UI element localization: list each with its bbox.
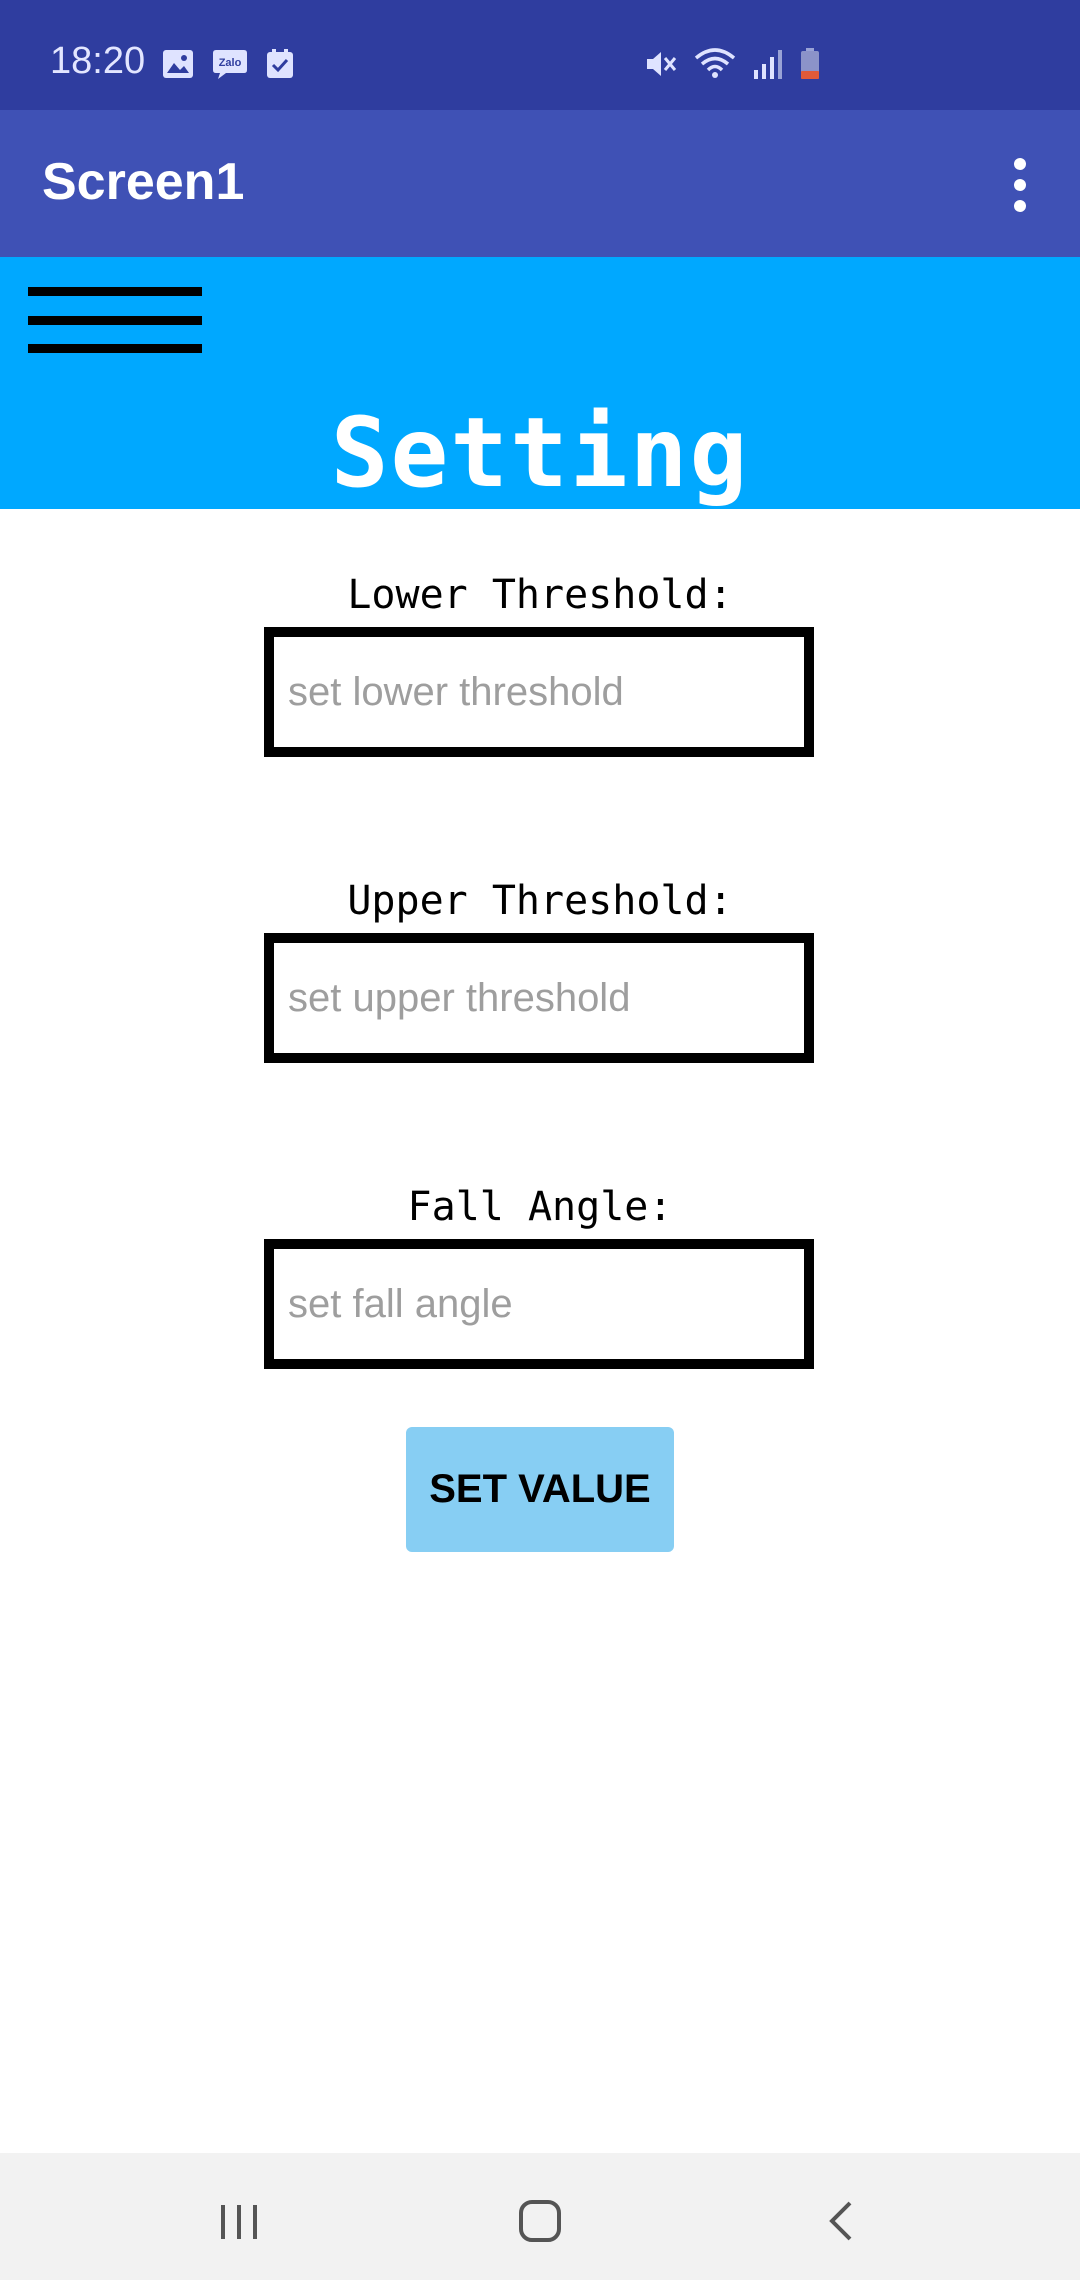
checkbox-icon bbox=[266, 49, 294, 84]
signal-icon bbox=[752, 48, 784, 85]
notification-icons: Zalo bbox=[162, 48, 294, 85]
page-title: Setting bbox=[330, 397, 750, 509]
more-vert-icon[interactable] bbox=[990, 150, 1050, 220]
app-title: Screen1 bbox=[42, 153, 245, 211]
recents-icon[interactable] bbox=[209, 2191, 269, 2251]
mute-icon bbox=[644, 48, 678, 85]
system-icons bbox=[644, 48, 820, 85]
zalo-icon: Zalo bbox=[212, 48, 248, 85]
gallery-icon bbox=[162, 49, 194, 84]
upper-threshold-input[interactable] bbox=[264, 933, 814, 1063]
back-icon[interactable] bbox=[812, 2191, 872, 2251]
svg-text:Zalo: Zalo bbox=[219, 57, 242, 69]
set-value-button[interactable]: SET VALUE bbox=[406, 1427, 674, 1552]
hamburger-icon[interactable] bbox=[28, 287, 202, 353]
battery-icon bbox=[800, 48, 820, 85]
lower-threshold-input[interactable] bbox=[264, 627, 814, 757]
wifi-icon bbox=[694, 48, 736, 85]
home-icon[interactable] bbox=[510, 2191, 570, 2251]
upper-threshold-label: Upper Threshold: bbox=[347, 878, 733, 924]
app-bar: Screen1 bbox=[0, 110, 1080, 257]
system-nav-bar bbox=[0, 2153, 1080, 2280]
header-banner: Setting bbox=[0, 257, 1080, 509]
fall-angle-label: Fall Angle: bbox=[407, 1184, 673, 1230]
status-bar: 18:20 Zalo bbox=[0, 0, 1080, 110]
fall-angle-input[interactable] bbox=[264, 1239, 814, 1369]
status-time: 18:20 bbox=[50, 40, 146, 82]
lower-threshold-label: Lower Threshold: bbox=[347, 572, 733, 618]
